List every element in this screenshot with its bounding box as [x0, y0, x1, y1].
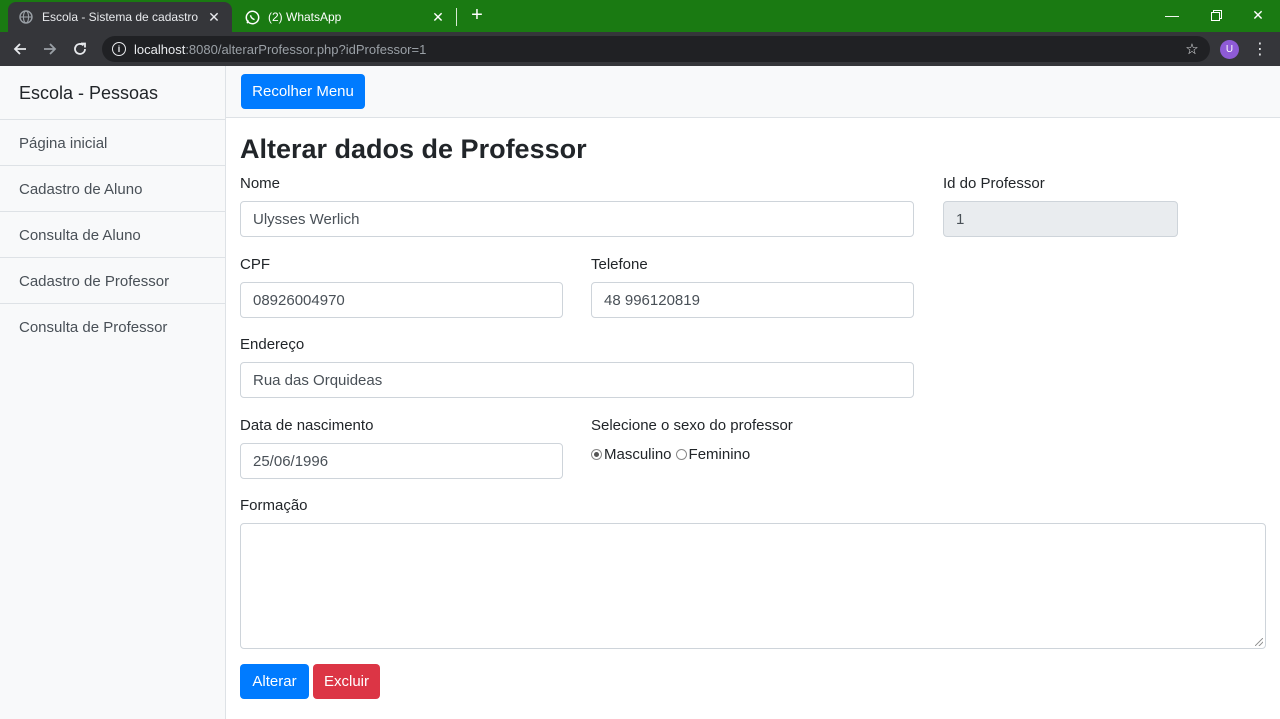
new-tab-icon[interactable]: + [466, 4, 488, 26]
sidebar: Escola - Pessoas Página inicial Cadastro… [0, 66, 226, 719]
browser-toolbar: i localhost:8080/alterarProfessor.php?id… [0, 32, 1280, 66]
tab-separator [456, 8, 457, 26]
cpf-input[interactable]: 08926004970 [240, 282, 563, 318]
sidebar-item-consulta-professor[interactable]: Consulta de Professor [0, 304, 225, 350]
endereco-label: Endereço [240, 336, 305, 353]
close-window-icon[interactable]: ✕ [1236, 0, 1280, 30]
reload-icon[interactable] [68, 37, 92, 61]
forward-icon[interactable] [38, 37, 62, 61]
globe-icon [18, 9, 34, 25]
sidebar-item-cadastro-professor[interactable]: Cadastro de Professor [0, 258, 225, 304]
endereco-input[interactable]: Rua das Orquideas [240, 362, 914, 398]
nascimento-label: Data de nascimento [240, 417, 374, 434]
sexo-radio-group: Masculino Feminino [591, 446, 754, 463]
site-info-icon[interactable]: i [112, 42, 126, 56]
tab-title: Escola - Sistema de cadastro [42, 10, 199, 24]
restore-icon[interactable] [1194, 0, 1238, 30]
id-input: 1 [943, 201, 1178, 237]
formacao-textarea[interactable] [240, 523, 1266, 649]
tab-escola[interactable]: Escola - Sistema de cadastro ✕ [8, 2, 232, 32]
sidebar-item-consulta-aluno[interactable]: Consulta de Aluno [0, 212, 225, 258]
nascimento-input[interactable]: 25/06/1996 [240, 443, 563, 479]
minimize-icon[interactable]: — [1150, 0, 1194, 30]
radio-masculino[interactable] [591, 449, 602, 460]
radio-feminino[interactable] [675, 449, 687, 460]
excluir-button[interactable]: Excluir [313, 664, 380, 699]
page-title: Alterar dados de Professor [240, 134, 587, 164]
nome-label: Nome [240, 175, 281, 192]
tab-whatsapp[interactable]: (2) WhatsApp ✕ [234, 2, 456, 32]
whatsapp-icon [244, 9, 260, 25]
id-label: Id do Professor [943, 175, 1045, 192]
sidebar-item-cadastro-aluno[interactable]: Cadastro de Aluno [0, 166, 225, 212]
telefone-label: Telefone [591, 256, 648, 273]
tab-title: (2) WhatsApp [268, 10, 342, 24]
radio-masculino-label[interactable]: Masculino [604, 446, 672, 463]
sidebar-item-pagina-inicial[interactable]: Página inicial [0, 120, 225, 166]
browser-tab-bar: Escola - Sistema de cadastro ✕ (2) Whats… [0, 0, 1280, 32]
close-tab-icon[interactable]: ✕ [430, 9, 446, 25]
menu-toggle-button[interactable]: Recolher Menu [241, 74, 365, 109]
profile-avatar[interactable]: U [1220, 40, 1239, 59]
sidebar-heading: Escola - Pessoas [0, 66, 225, 120]
url-path: :8080/alterarProfessor.php?idProfessor=1 [185, 41, 427, 57]
close-tab-icon[interactable]: ✕ [206, 9, 222, 25]
address-bar[interactable]: i localhost:8080/alterarProfessor.php?id… [102, 36, 1210, 62]
browser-menu-icon[interactable]: ⋮ [1250, 37, 1270, 61]
top-navbar: Recolher Menu [226, 66, 1280, 118]
alterar-button[interactable]: Alterar [240, 664, 309, 699]
url-host: localhost [134, 41, 186, 57]
cpf-label: CPF [240, 256, 270, 273]
radio-checked-dot [594, 452, 599, 457]
bookmark-star-icon[interactable]: ☆ [1180, 37, 1204, 61]
sexo-label: Selecione o sexo do professor [591, 417, 793, 434]
nome-input[interactable]: Ulysses Werlich [240, 201, 914, 237]
back-icon[interactable] [8, 37, 32, 61]
radio-feminino-label[interactable]: Feminino [689, 446, 751, 463]
resize-handle-icon[interactable] [1255, 638, 1263, 646]
telefone-input[interactable]: 48 996120819 [591, 282, 914, 318]
formacao-label: Formação [240, 497, 308, 514]
